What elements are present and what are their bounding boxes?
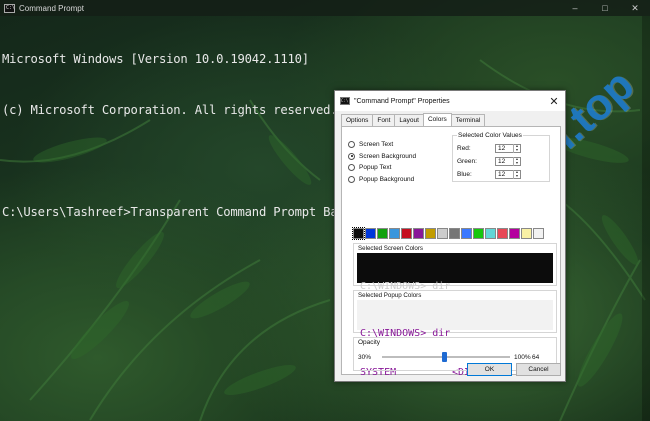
radio-screen-background[interactable]: Screen Background bbox=[348, 151, 416, 163]
radio-popup-text[interactable]: Popup Text bbox=[348, 162, 416, 174]
spin-arrows-icon[interactable]: ▲ ▼ bbox=[513, 170, 520, 179]
radio-button[interactable] bbox=[348, 141, 355, 149]
console-line: Microsoft Windows [Version 10.0.19042.11… bbox=[2, 52, 309, 66]
green-value: 12 bbox=[498, 158, 506, 165]
red-label: Red: bbox=[457, 145, 471, 152]
color-swatch[interactable] bbox=[533, 228, 544, 239]
blue-stepper[interactable]: 12 ▲ ▼ bbox=[495, 170, 521, 179]
spin-arrows-icon[interactable]: ▲ ▼ bbox=[513, 157, 520, 166]
screen-colors-preview: C:\WINDOWS> dir SYSTEM <DIR> 10 bbox=[357, 253, 553, 331]
color-swatch[interactable] bbox=[401, 228, 412, 239]
dialog-title: "Command Prompt" Properties bbox=[354, 97, 450, 105]
opacity-slider[interactable] bbox=[382, 352, 510, 362]
popup-colors-label: Selected Popup Colors bbox=[358, 292, 422, 299]
radio-label: Popup Background bbox=[359, 175, 415, 183]
colors-panel: Screen Text Screen Background Popup Text… bbox=[341, 126, 561, 378]
properties-dialog: C:\ "Command Prompt" Properties ✕ Option… bbox=[334, 90, 566, 382]
console-title: Command Prompt bbox=[19, 3, 84, 13]
radio-button[interactable] bbox=[348, 164, 355, 172]
radio-popup-background[interactable]: Popup Background bbox=[348, 174, 416, 186]
opacity-min-label: 30% bbox=[358, 354, 372, 361]
green-row: Green: 12 ▲ ▼ bbox=[457, 157, 547, 166]
console-scrollbar[interactable] bbox=[642, 16, 650, 421]
radio-label: Screen Background bbox=[359, 152, 417, 160]
cancel-button[interactable]: Cancel bbox=[516, 363, 561, 376]
color-swatch[interactable] bbox=[497, 228, 508, 239]
color-swatch[interactable] bbox=[365, 228, 376, 239]
opacity-max-label: 100% bbox=[514, 354, 531, 361]
color-swatch[interactable] bbox=[389, 228, 400, 239]
color-swatch[interactable] bbox=[413, 228, 424, 239]
blue-value: 12 bbox=[498, 171, 506, 178]
color-swatch[interactable] bbox=[509, 228, 520, 239]
color-swatch[interactable] bbox=[461, 228, 472, 239]
tab-options[interactable]: Options bbox=[341, 114, 374, 126]
color-swatch[interactable] bbox=[485, 228, 496, 239]
close-icon[interactable]: ✕ bbox=[543, 95, 565, 108]
group-legend: Selected Color Values bbox=[457, 132, 523, 139]
opacity-label: Opacity bbox=[358, 339, 381, 346]
color-swatch[interactable] bbox=[473, 228, 484, 239]
popup-colors-preview: C:\WINDOWS> dir SYSTEM <DIR> 10 bbox=[357, 300, 553, 378]
console-title-bar[interactable]: C:\ Command Prompt – □ ✕ bbox=[0, 0, 650, 16]
close-button[interactable]: ✕ bbox=[620, 0, 650, 16]
blue-row: Blue: 12 ▲ ▼ bbox=[457, 170, 547, 179]
radio-screen-text[interactable]: Screen Text bbox=[348, 139, 416, 151]
radio-button[interactable] bbox=[348, 152, 355, 160]
color-swatch[interactable] bbox=[377, 228, 388, 239]
tab-terminal[interactable]: Terminal bbox=[450, 114, 486, 126]
red-stepper[interactable]: 12 ▲ ▼ bbox=[495, 144, 521, 153]
selected-popup-colors-group: Selected Popup Colors C:\WINDOWS> dir SY… bbox=[353, 290, 557, 378]
cmd-icon: C:\ bbox=[340, 97, 350, 105]
color-palette bbox=[352, 227, 545, 240]
red-value: 12 bbox=[498, 145, 506, 152]
color-swatch[interactable] bbox=[521, 228, 532, 239]
minimize-button[interactable]: – bbox=[560, 0, 590, 16]
cmd-icon: C:\ bbox=[4, 3, 16, 13]
blue-label: Blue: bbox=[457, 171, 472, 178]
opacity-value: 64 bbox=[532, 354, 540, 361]
color-swatch[interactable] bbox=[449, 228, 460, 239]
green-label: Green: bbox=[457, 158, 477, 165]
radio-label: Screen Text bbox=[359, 141, 394, 149]
tab-colors[interactable]: Colors bbox=[422, 113, 452, 126]
color-swatch[interactable] bbox=[352, 227, 365, 240]
green-stepper[interactable]: 12 ▲ ▼ bbox=[495, 157, 521, 166]
dialog-title-bar[interactable]: C:\ "Command Prompt" Properties ✕ bbox=[335, 91, 565, 111]
tab-font[interactable]: Font bbox=[372, 114, 396, 126]
color-swatch[interactable] bbox=[425, 228, 436, 239]
selected-screen-colors-group: Selected Screen Colors C:\WINDOWS> dir S… bbox=[353, 243, 557, 331]
color-swatch[interactable] bbox=[437, 228, 448, 239]
tab-layout[interactable]: Layout bbox=[394, 114, 424, 126]
screen-colors-label: Selected Screen Colors bbox=[358, 245, 424, 252]
color-target-group: Screen Text Screen Background Popup Text… bbox=[348, 139, 416, 185]
spin-arrows-icon[interactable]: ▲ ▼ bbox=[513, 144, 520, 153]
selected-color-values-group: Selected Color Values Red: 12 ▲ ▼ Green: … bbox=[452, 132, 550, 182]
maximize-button[interactable]: □ bbox=[590, 0, 620, 16]
opacity-slider-thumb[interactable] bbox=[442, 352, 448, 362]
red-row: Red: 12 ▲ ▼ bbox=[457, 144, 547, 153]
tab-strip: Options Font Layout Colors Terminal bbox=[341, 113, 486, 126]
radio-button[interactable] bbox=[348, 175, 355, 183]
ok-button[interactable]: OK bbox=[467, 363, 512, 376]
radio-label: Popup Text bbox=[359, 164, 392, 172]
